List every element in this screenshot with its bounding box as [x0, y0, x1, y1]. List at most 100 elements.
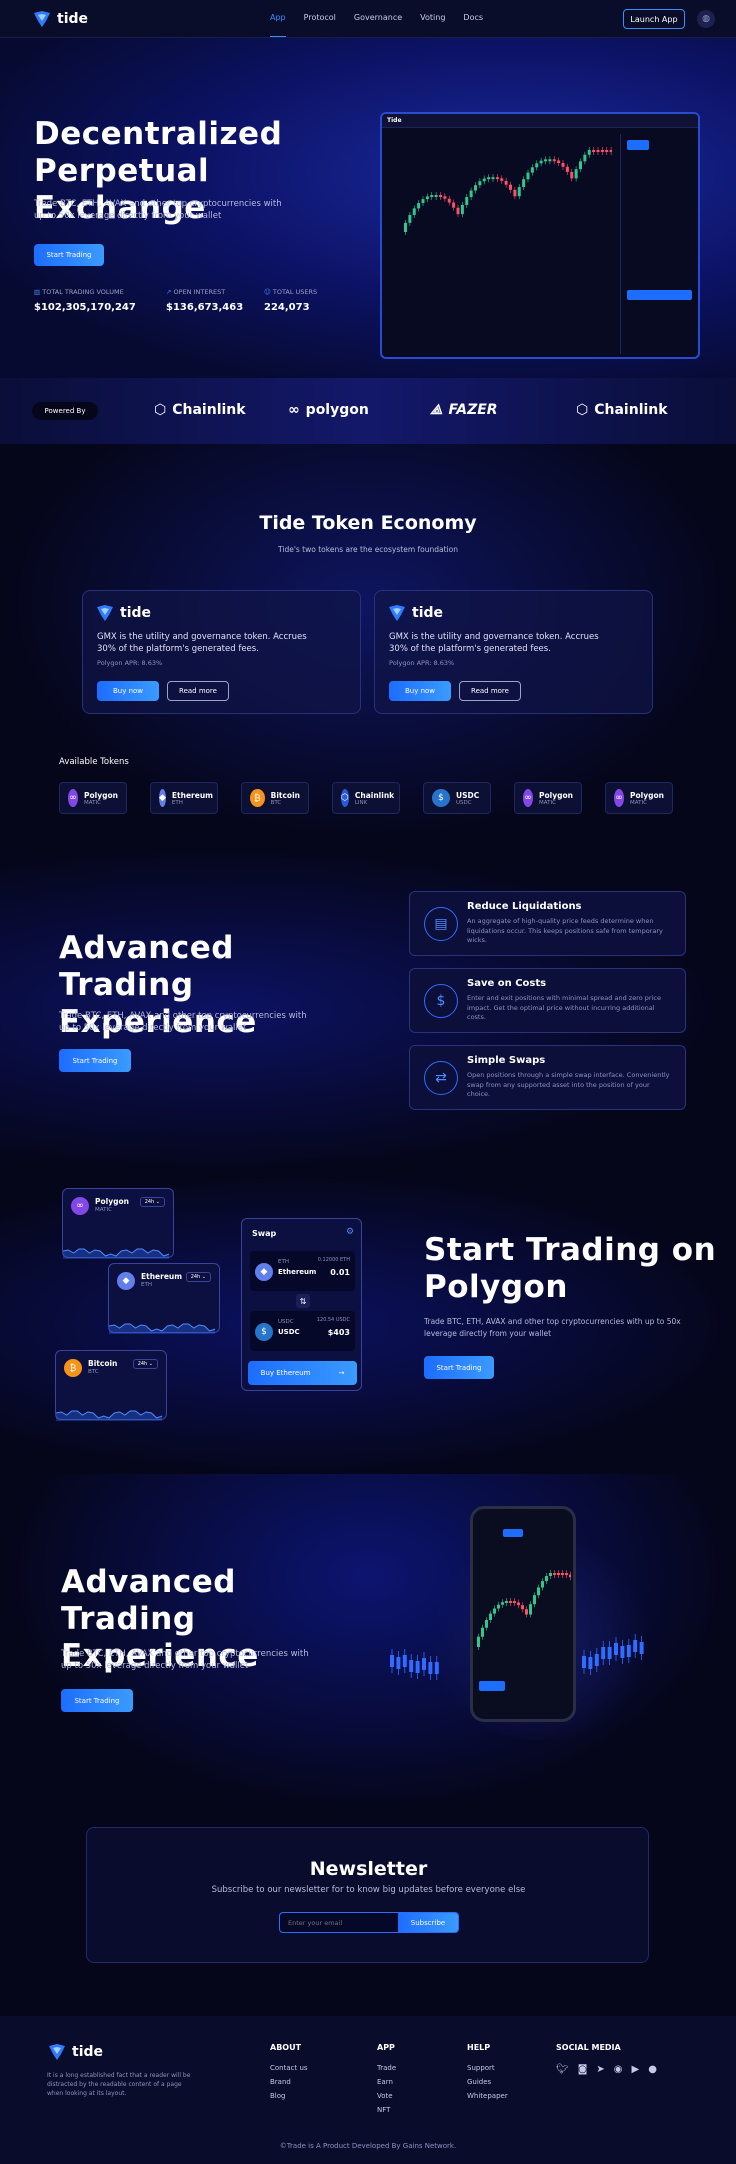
telegram-icon[interactable]: ➤	[596, 2064, 604, 2075]
reddit-icon[interactable]: ●	[648, 2064, 657, 2075]
polygon-icon: ∞	[68, 789, 79, 807]
candle	[607, 1647, 612, 1659]
candle	[526, 172, 530, 180]
timeframe-select[interactable]: 24h ⌄	[185, 1272, 211, 1282]
tide-logo-icon	[97, 605, 113, 621]
candle	[409, 1660, 414, 1672]
nav-link-protocol[interactable]: Protocol	[304, 13, 336, 37]
candle	[430, 195, 434, 198]
footer-col-social: SOCIAL MEDIA 🐦︎ ◙ ➤ ◉ ▶ ●	[556, 2043, 657, 2075]
powered-by-strip: Powered By ⬡ Chainlink ∞ polygon ⟁ FAZER ⬡ C…	[0, 378, 736, 444]
footer-link[interactable]: Brand	[270, 2078, 308, 2086]
swap-widget: Swap ⚙ ◆ ETH Ethereum 0.12000 ETH 0.01 ⇅…	[241, 1218, 362, 1391]
card-brand: tide	[387, 603, 443, 623]
footer-link[interactable]: NFT	[377, 2106, 396, 2114]
partner-chainlink[interactable]: ⬡ Chainlink	[154, 402, 246, 418]
nav-link-docs[interactable]: Docs	[463, 13, 483, 37]
candle	[553, 1573, 556, 1575]
mini-chart-polygon[interactable]: ∞ Polygon MATIC 24h ⌄	[62, 1188, 174, 1259]
settings-icon[interactable]: ⚙	[346, 1227, 354, 1237]
token-chip-bitcoin[interactable]: ₿ Bitcoin BTC	[241, 782, 309, 814]
launch-app-button[interactable]: Launch App	[623, 9, 685, 29]
partner-polygon[interactable]: ∞ polygon	[288, 402, 369, 418]
footer-link[interactable]: Blog	[270, 2092, 308, 2100]
feature-reduce-liquidations: ▤ Reduce Liquidations An aggregate of hi…	[409, 891, 686, 956]
footer-link[interactable]: Contact us	[270, 2064, 308, 2072]
brand-name: tide	[57, 11, 89, 27]
token-name: Polygon	[539, 790, 573, 800]
candle	[487, 177, 491, 180]
github-icon[interactable]: ◉	[614, 2064, 623, 2075]
hero-subtitle: Trade BTC, ETH, AVAX and other top crypt…	[34, 199, 282, 221]
buy-now-button[interactable]: Buy now	[97, 681, 159, 701]
discord-icon[interactable]: ◙	[578, 2064, 588, 2075]
candle	[522, 179, 526, 188]
nav-link-governance[interactable]: Governance	[354, 13, 402, 37]
twitter-icon[interactable]: 🐦︎	[556, 2064, 569, 2075]
read-more-button[interactable]: Read more	[167, 681, 229, 701]
swap-to-panel[interactable]: $ USDC USDC 120.54 USDC $403	[250, 1311, 355, 1351]
token-chip-polygon[interactable]: ∞ Polygon MATIC	[59, 782, 127, 814]
card-description: GMX is the utility and governance token.…	[389, 632, 599, 654]
partner-fazer[interactable]: ⟁ FAZER	[430, 402, 498, 418]
timeframe-select[interactable]: 24h ⌄	[132, 1359, 158, 1369]
advanced2-start-trading-button[interactable]: Start Trading	[61, 1689, 133, 1712]
footer-link[interactable]: Support	[467, 2064, 508, 2072]
mini-chart-ethereum[interactable]: ◆ Ethereum ETH 24h ⌄	[108, 1263, 220, 1334]
footer-link[interactable]: Vote	[377, 2092, 396, 2100]
mini-sparkline	[63, 1248, 170, 1259]
footer-about-text: It is a long established fact that a rea…	[47, 2072, 191, 2097]
candle	[609, 150, 612, 152]
footer-link[interactable]: Trade	[377, 2064, 396, 2072]
token-symbol: BTC	[270, 799, 282, 806]
swap-from-panel[interactable]: ◆ ETH Ethereum 0.12000 ETH 0.01	[250, 1251, 355, 1291]
nav-link-voting[interactable]: Voting	[420, 13, 445, 37]
candle	[570, 171, 574, 179]
footer: tide It is a long established fact that …	[0, 2016, 736, 2164]
footer-link[interactable]: Whitepaper	[467, 2092, 508, 2100]
advanced-start-trading-button[interactable]: Start Trading	[59, 1049, 131, 1072]
candle	[477, 1636, 480, 1647]
youtube-icon[interactable]: ▶	[632, 2064, 640, 2075]
candle	[509, 1601, 512, 1603]
candle	[396, 1657, 401, 1669]
token-symbol: MATIC	[539, 799, 556, 806]
globe-icon[interactable]: ◍	[697, 10, 715, 28]
swap-direction-icon[interactable]: ⇅	[296, 1294, 310, 1308]
footer-link[interactable]: Guides	[467, 2078, 508, 2086]
read-more-button[interactable]: Read more	[459, 681, 521, 701]
footer-link[interactable]: Earn	[377, 2078, 396, 2086]
brand-logo[interactable]: tide	[32, 9, 88, 29]
footer-brand[interactable]: tide	[47, 2042, 103, 2062]
timeframe-select[interactable]: 24h ⌄	[139, 1197, 165, 1207]
email-input[interactable]	[280, 1913, 398, 1932]
token-symbol: LINK	[354, 799, 368, 806]
card-apr: Polygon APR: 8.63%	[97, 659, 163, 667]
mini-chart-bitcoin[interactable]: ₿ Bitcoin BTC 24h ⌄	[55, 1350, 167, 1421]
token-chip-usdc[interactable]: $ USDC USDC	[423, 782, 491, 814]
polygon-start-trading-button[interactable]: Start Trading	[424, 1356, 494, 1379]
ethereum-icon: ◆	[159, 789, 166, 807]
candle	[592, 150, 596, 152]
token-chip-ethereum[interactable]: ◆ Ethereum ETH	[150, 782, 218, 814]
candle	[569, 1574, 572, 1578]
candle	[517, 187, 521, 197]
token-chip-chainlink[interactable]: ⬡ Chainlink LINK	[332, 782, 400, 814]
available-tokens-title: Available Tokens	[59, 757, 129, 767]
token-symbol: MATIC	[630, 799, 647, 806]
hexagon-icon: ⬡	[576, 402, 589, 418]
token-chip-polygon[interactable]: ∞ Polygon MATIC	[514, 782, 582, 814]
candle	[501, 1602, 504, 1605]
token-chip-polygon[interactable]: ∞ Polygon MATIC	[605, 782, 673, 814]
token-list: ∞ Polygon MATIC ◆ Ethereum ETH ₿ Bitcoin BTC ⬡ Cha…	[59, 782, 679, 814]
hero-start-trading-button[interactable]: Start Trading	[34, 244, 104, 266]
buy-ethereum-button[interactable]: Buy Ethereum →	[248, 1361, 357, 1385]
subscribe-button[interactable]: Subscribe	[398, 1913, 458, 1932]
buy-now-button[interactable]: Buy now	[389, 681, 451, 701]
partner-chainlink-2[interactable]: ⬡ Chainlink	[576, 402, 668, 418]
nav-link-app[interactable]: App	[270, 13, 286, 37]
feature-title: Reduce Liquidations	[467, 901, 582, 912]
token-name: USDC	[456, 790, 480, 800]
candle	[485, 1620, 488, 1628]
token-card-1: tide GMX is the utility and governance t…	[82, 590, 361, 714]
